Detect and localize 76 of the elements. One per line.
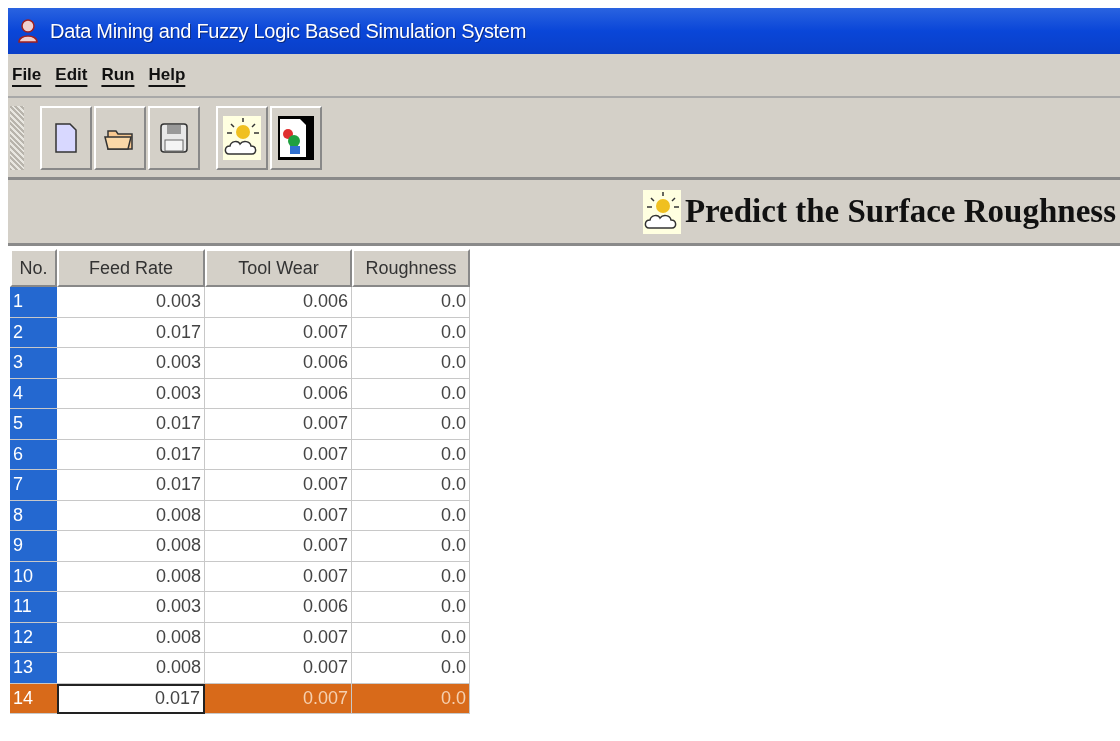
- table-cell: 0.0: [352, 683, 470, 714]
- row-number[interactable]: 10: [10, 561, 57, 592]
- table-cell: 0.006: [205, 592, 352, 623]
- table-cell: 0.008: [57, 653, 205, 684]
- table-cell: 0.007: [205, 683, 352, 714]
- table-cell: 0.007: [205, 317, 352, 348]
- banner-title: Predict the Surface Roughness: [684, 193, 1116, 230]
- table-cell: 0.007: [205, 531, 352, 562]
- table-cell: 0.0: [352, 287, 470, 318]
- menu-item[interactable]: Help: [148, 65, 186, 85]
- menu-item[interactable]: Run: [101, 65, 135, 85]
- menu-item[interactable]: File: [12, 65, 42, 85]
- table-cell: 0.0: [352, 439, 470, 470]
- table-cell: 0.003: [57, 348, 205, 379]
- toolbar-button[interactable]: [270, 105, 322, 170]
- row-number[interactable]: 1: [10, 287, 57, 318]
- row-number[interactable]: 4: [10, 378, 57, 409]
- table-cell: 0.007: [205, 622, 352, 653]
- row-number[interactable]: 14: [10, 683, 57, 714]
- column-header[interactable]: Tool Wear: [205, 249, 352, 287]
- app-icon: [16, 18, 40, 44]
- toolbar-grip[interactable]: [10, 105, 24, 170]
- table-cell: 0.007: [205, 561, 352, 592]
- toolbar-button[interactable]: [148, 105, 200, 170]
- table-cell: 0.006: [205, 378, 352, 409]
- table-cell: 0.007: [205, 439, 352, 470]
- row-number[interactable]: 9: [10, 531, 57, 562]
- row-number[interactable]: 11: [10, 592, 57, 623]
- row-number[interactable]: 12: [10, 622, 57, 653]
- table-cell: 0.0: [352, 531, 470, 562]
- column-header[interactable]: Roughness: [352, 249, 470, 287]
- toolbar-button[interactable]: [40, 105, 92, 170]
- table-cell: 0.017: [57, 317, 205, 348]
- table-cell: 0.0: [352, 622, 470, 653]
- menu-item[interactable]: Edit: [55, 65, 88, 85]
- table-cell: 0.003: [57, 287, 205, 318]
- table-cell: 0.003: [57, 378, 205, 409]
- sun-cloud-icon: [223, 115, 261, 160]
- row-number[interactable]: 3: [10, 348, 57, 379]
- table-cell: 0.0: [352, 470, 470, 501]
- table-cell: 0.017: [57, 683, 205, 714]
- row-number[interactable]: 2: [10, 317, 57, 348]
- table-cell: 0.017: [57, 409, 205, 440]
- document-icon: [54, 121, 78, 154]
- table-cell: 0.006: [205, 287, 352, 318]
- table-cell: 0.006: [205, 348, 352, 379]
- table-cell: 0.0: [352, 592, 470, 623]
- table-cell: 0.008: [57, 561, 205, 592]
- table-cell: 0.0: [352, 348, 470, 379]
- table-cell: 0.007: [205, 470, 352, 501]
- table-cell: 0.0: [352, 561, 470, 592]
- row-number[interactable]: 7: [10, 470, 57, 501]
- sun-cloud-icon: [642, 189, 681, 234]
- column-header[interactable]: Feed Rate: [57, 249, 205, 287]
- column-header[interactable]: No.: [10, 249, 57, 287]
- table-cell: 0.007: [205, 500, 352, 531]
- chart-page-icon: [278, 115, 314, 160]
- table-cell: 0.007: [205, 409, 352, 440]
- table-cell: 0.0: [352, 378, 470, 409]
- row-number[interactable]: 6: [10, 439, 57, 470]
- window-title: Data Mining and Fuzzy Logic Based Simulation System: [50, 19, 527, 43]
- table-cell: 0.0: [352, 317, 470, 348]
- table-cell: 0.008: [57, 622, 205, 653]
- table-cell: 0.017: [57, 439, 205, 470]
- table-cell: 0.0: [352, 653, 470, 684]
- table-cell: 0.0: [352, 409, 470, 440]
- table-cell: 0.007: [205, 653, 352, 684]
- row-number[interactable]: 13: [10, 653, 57, 684]
- row-number[interactable]: 5: [10, 409, 57, 440]
- row-number[interactable]: 8: [10, 500, 57, 531]
- table-cell: 0.0: [352, 500, 470, 531]
- table-cell: 0.017: [57, 470, 205, 501]
- toolbar-button[interactable]: [94, 105, 146, 170]
- table-cell: 0.008: [57, 500, 205, 531]
- table-cell: 0.008: [57, 531, 205, 562]
- table-cell: 0.003: [57, 592, 205, 623]
